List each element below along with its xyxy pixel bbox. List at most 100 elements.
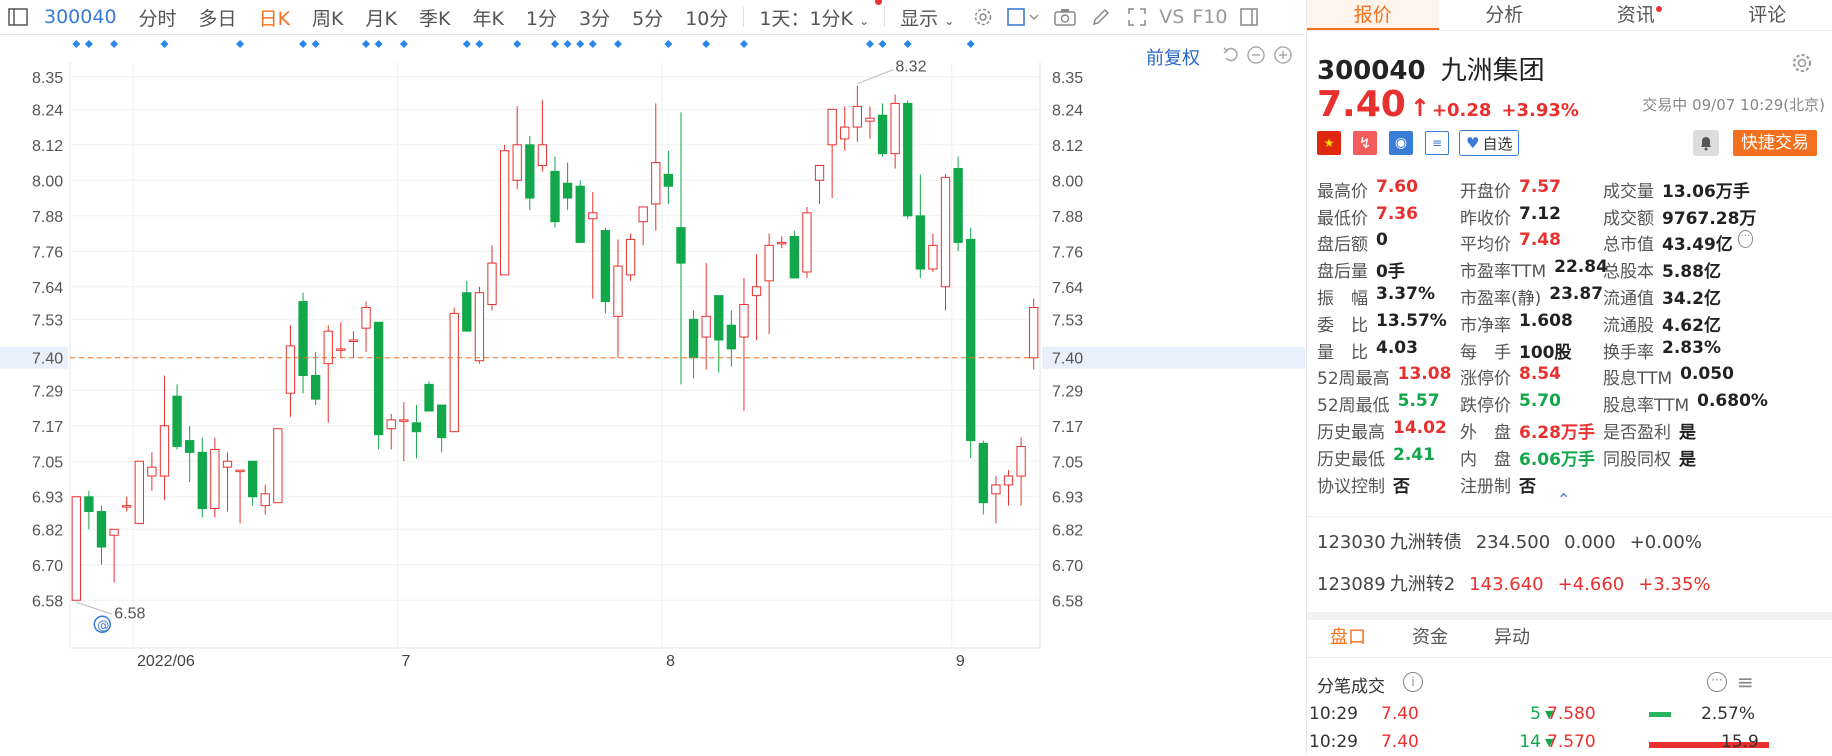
tab-intraday[interactable]: 分时	[128, 4, 188, 31]
bond-row[interactable]: 123089九洲转2143.640+4.660+3.35%	[1317, 570, 1725, 596]
candle-body	[538, 145, 546, 166]
settings-icon[interactable]	[970, 6, 996, 28]
display-menu[interactable]: 显示 ⌄	[889, 4, 965, 31]
toolbar-divider	[743, 7, 744, 27]
pencil-icon[interactable]	[1088, 6, 1114, 28]
event-diamond-icon	[576, 40, 584, 48]
candle-body	[576, 186, 584, 242]
current-price-label-left: 7.40	[32, 351, 63, 368]
candle-body	[186, 441, 194, 453]
candle-body	[299, 302, 307, 376]
quote-value: 100股	[1519, 338, 1572, 363]
quick-trade-button[interactable]: 快捷交易	[1733, 130, 1817, 156]
notes-icon[interactable]: ≡	[1425, 131, 1449, 155]
y-tick-label-left: 7.29	[32, 383, 63, 400]
trade-row: 10:29 7.40 14 ▼ 7.570 15.9	[1309, 728, 1829, 756]
tab-analysis[interactable]: 分析	[1439, 0, 1571, 30]
candle-body	[815, 166, 823, 181]
bond-pct: +0.00%	[1630, 532, 1702, 553]
add-watchlist-button[interactable]: ♥ 自选	[1459, 130, 1519, 156]
event-diamond-icon	[475, 40, 483, 48]
china-flag-icon: ★	[1317, 131, 1341, 155]
y-tick-label-left: 6.93	[32, 490, 63, 507]
bond-change: 0.000	[1564, 532, 1616, 553]
section-gap	[1307, 612, 1832, 620]
depth-pct: 2.57%	[1701, 704, 1755, 724]
quote-value: 5.57	[1398, 391, 1440, 416]
tab-comments[interactable]: 评论	[1702, 0, 1832, 30]
bell-icon[interactable]	[1693, 130, 1719, 156]
more-icon[interactable]: ···	[1738, 230, 1753, 248]
display-menu-label: 显示	[900, 8, 938, 30]
bond-row[interactable]: 123030九洲转债234.5000.000+0.00%	[1317, 528, 1716, 554]
tab-10min[interactable]: 10分	[674, 4, 739, 31]
candle-body	[589, 213, 597, 219]
quote-label: 内 盘	[1460, 445, 1511, 470]
tab-weekly-k[interactable]: 周K	[301, 4, 354, 31]
tab-quarterly-k[interactable]: 季K	[408, 4, 461, 31]
quote-cell: 同股同权是	[1603, 445, 1753, 470]
event-diamond-icon	[160, 40, 168, 48]
quote-cell: 股息率TTM0.680%	[1603, 391, 1753, 416]
camera-icon[interactable]	[1052, 6, 1078, 28]
bond-pct: +3.35%	[1638, 574, 1710, 595]
tab-multi-day[interactable]: 多日	[188, 4, 248, 31]
list-view-icon[interactable]: ≡	[1737, 670, 1754, 694]
trade-volume: 5	[1471, 704, 1541, 724]
tab-quote[interactable]: 报价	[1307, 0, 1439, 30]
interval-select-value: 1天：1分K	[759, 8, 853, 30]
candle-body	[626, 239, 634, 274]
candle-body	[740, 305, 748, 338]
tab-3min[interactable]: 3分	[568, 4, 621, 31]
candle-body	[1030, 307, 1038, 357]
sidebar-toggle-icon[interactable]	[5, 6, 31, 28]
quote-value: 7.48	[1519, 230, 1561, 255]
quote-cell: 是否盈利是	[1603, 418, 1753, 443]
panel-toggle-icon[interactable]	[1236, 6, 1262, 28]
gear-icon[interactable]	[1791, 52, 1813, 78]
compare-vs-button[interactable]: VS	[1155, 6, 1188, 28]
candle-body	[677, 228, 685, 263]
quote-value: 0.680%	[1697, 391, 1768, 416]
axis-labels: 8.358.358.248.248.128.128.008.007.887.88…	[0, 59, 1305, 670]
quote-value: 34.2亿	[1662, 284, 1721, 309]
quote-cell: 总市值43.49亿···	[1603, 230, 1753, 255]
candlestick-chart[interactable]: 8.358.358.248.248.128.128.008.007.887.88…	[0, 34, 1305, 754]
candle-body	[425, 384, 433, 411]
quote-label: 盘后额	[1317, 230, 1368, 255]
candle-body	[85, 497, 93, 512]
quote-value: 22.84	[1554, 257, 1608, 282]
quote-label: 成交量	[1603, 177, 1654, 202]
interval-select[interactable]: 1天：1分K ⌄	[748, 4, 880, 31]
tab-yearly-k[interactable]: 年K	[461, 4, 514, 31]
quote-label: 成交额	[1603, 204, 1654, 229]
y-tick-label-right: 6.93	[1052, 490, 1083, 507]
f10-button[interactable]: F10	[1188, 6, 1231, 28]
fullscreen-icon[interactable]	[1124, 6, 1150, 28]
quote-value: 0	[1376, 230, 1388, 255]
info-icon[interactable]: i	[1403, 672, 1423, 692]
tab-daily-k[interactable]: 日K	[248, 4, 301, 31]
event-diamond-icon	[375, 40, 383, 48]
tab-unusual[interactable]: 异动	[1471, 620, 1553, 656]
more-icon[interactable]: ···	[1707, 672, 1727, 692]
quote-label: 涨停价	[1460, 364, 1511, 389]
candle-body	[463, 293, 471, 331]
trades-list: 10:29 7.40 5 ▼ 7.580 2.57% 10:29 7.40 14…	[1309, 700, 1829, 756]
tab-1min[interactable]: 1分	[515, 4, 568, 31]
candle-body	[72, 497, 80, 601]
depth-pct: 15.9	[1721, 732, 1759, 752]
candle-body	[790, 236, 798, 277]
tab-monthly-k[interactable]: 月K	[355, 4, 408, 31]
lightning-icon[interactable]: ↯	[1353, 131, 1377, 155]
quote-cell: 成交额9767.28万	[1603, 204, 1753, 229]
tab-fund-flow[interactable]: 资金	[1389, 620, 1471, 656]
tab-5min[interactable]: 5分	[621, 4, 674, 31]
tag-icon[interactable]: ◉	[1389, 131, 1413, 155]
stock-code-label[interactable]: 300040	[36, 6, 128, 28]
chart-style-icon[interactable]	[1006, 6, 1042, 28]
tab-order-book[interactable]: 盘口	[1307, 620, 1389, 656]
notification-dot-icon	[875, 0, 882, 5]
collapse-chevron-icon[interactable]: ⌃	[1557, 490, 1570, 509]
tab-news[interactable]: 资讯	[1570, 0, 1702, 30]
